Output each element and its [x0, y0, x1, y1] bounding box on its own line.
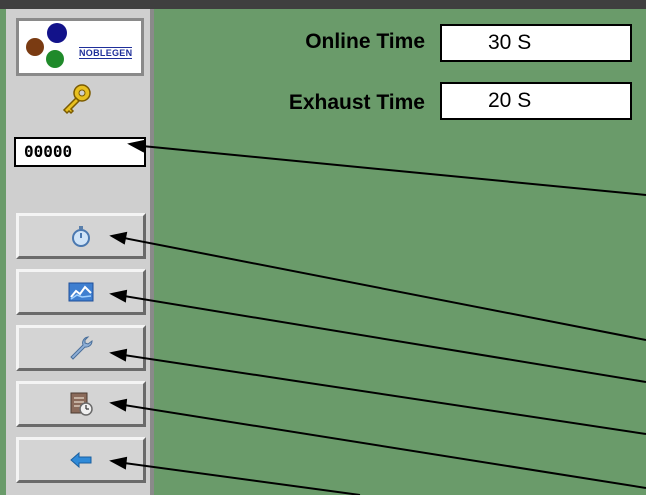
callout-line-timer: [123, 237, 646, 341]
callout-arrowhead-schedule: [109, 398, 128, 412]
callout-lines: [109, 139, 646, 495]
callout-line-chart: [123, 295, 646, 383]
callout-arrowhead-settings: [109, 348, 128, 362]
callout-line-settings: [123, 354, 646, 435]
callout-arrowhead-password: [127, 139, 146, 153]
callout-arrowhead-timer: [109, 231, 128, 245]
callout-line-password: [141, 145, 646, 196]
callout-line-schedule: [123, 404, 646, 489]
callout-line-back: [123, 462, 361, 495]
callout-arrowhead-back: [109, 456, 128, 470]
callout-arrowhead-chart: [109, 289, 128, 303]
